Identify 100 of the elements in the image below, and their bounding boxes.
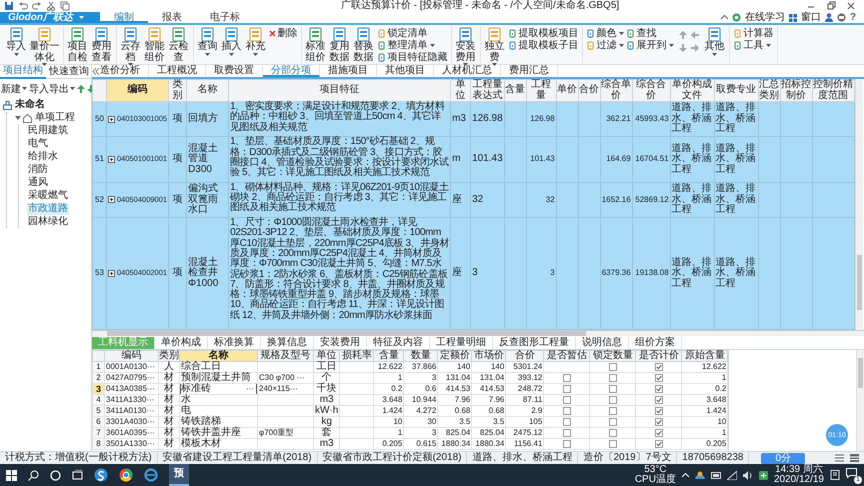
checkbox[interactable]	[562, 440, 571, 448]
collapse-icon[interactable]	[720, 15, 728, 20]
caret-icon[interactable]	[22, 87, 27, 91]
checkbox[interactable]	[562, 429, 571, 437]
column-header[interactable]: 单位	[450, 80, 471, 102]
ribbon-button[interactable]: 补充	[244, 26, 266, 56]
column-header[interactable]: 汇总类别	[758, 80, 780, 102]
ribbon-button[interactable]: 整理清单	[376, 40, 448, 51]
caret-icon[interactable]	[618, 44, 624, 48]
column-header[interactable]: 定额价	[438, 350, 472, 362]
ribbon-tab[interactable]: 电子标	[196, 12, 254, 23]
tree-item[interactable]: 单项工程	[34, 112, 76, 124]
ribbon-button[interactable]: 过滤	[586, 40, 624, 51]
undo-icon[interactable]	[18, 1, 28, 11]
row-number[interactable]: 1	[92, 362, 104, 372]
panel-tab[interactable]: 快速查询	[46, 65, 92, 78]
detail-tab[interactable]: 换算信息	[261, 337, 314, 349]
checkbox[interactable]	[654, 363, 663, 371]
row-number[interactable]: 2	[92, 372, 104, 384]
tree-item[interactable]: 未命名	[14, 99, 46, 111]
learning-link[interactable]: 在线学习	[744, 12, 785, 24]
tree-item[interactable]: 给排水	[27, 151, 59, 163]
caret-icon[interactable]	[668, 44, 674, 48]
column-header[interactable]: 工程量表达式	[470, 80, 504, 102]
restore-icon[interactable]	[826, 1, 836, 11]
skin-icon[interactable]	[836, 13, 846, 22]
collapse-icon[interactable]	[92, 68, 99, 75]
ribbon-button[interactable]: 删除	[268, 28, 298, 39]
ribbon-button[interactable]: 查找	[626, 28, 674, 39]
app-icon[interactable]	[94, 468, 108, 482]
row-number[interactable]: 6	[92, 416, 104, 428]
column-header[interactable]: 综合合价	[632, 80, 670, 102]
window-menu[interactable]: 窗口	[800, 12, 821, 24]
checkbox[interactable]	[654, 418, 663, 426]
toolbar-button[interactable]: 导入导出	[29, 82, 75, 96]
arrow-up-icon[interactable]	[77, 85, 85, 93]
app-icon[interactable]	[758, 470, 768, 480]
ribbon-button[interactable]: 项目特征隐藏	[376, 52, 448, 63]
ribbon-button[interactable]: 锁定清单	[376, 28, 448, 39]
ribbon-button[interactable]: 查询	[196, 26, 218, 56]
tree-item[interactable]: 电气	[27, 138, 49, 150]
browser-icon[interactable]	[119, 468, 133, 482]
column-header[interactable]: 合价	[578, 80, 600, 102]
caret-icon[interactable]	[463, 63, 468, 67]
column-header[interactable]: 规格及型号	[258, 350, 314, 362]
page-tab[interactable]: 费用汇总	[501, 65, 558, 77]
column-header[interactable]: 单位	[314, 350, 340, 362]
column-header[interactable]: 损耗率	[340, 350, 374, 362]
row-number[interactable]: 50	[92, 102, 106, 137]
checkbox[interactable]	[654, 396, 663, 404]
column-header[interactable]: 是否计价	[636, 350, 682, 362]
ribbon-button[interactable]: 云检查	[168, 26, 190, 63]
checkbox[interactable]	[562, 385, 571, 393]
ribbon-button[interactable]: 智能组价	[144, 26, 166, 63]
row-number[interactable]: 3	[92, 384, 104, 394]
toolbar-button[interactable]: 新建	[1, 82, 27, 96]
ribbon-button[interactable]: 导入	[5, 26, 27, 56]
ribbon-button[interactable]: 颜色	[586, 28, 624, 39]
ribbon-button[interactable]: 标准组价	[304, 26, 326, 63]
caret-icon[interactable]	[128, 63, 133, 67]
circle-icon[interactable]	[50, 470, 61, 480]
battery-icon[interactable]	[710, 471, 721, 479]
search-icon[interactable]	[28, 470, 39, 480]
ribbon-button[interactable]: 提取模板项目	[508, 28, 578, 39]
checkbox[interactable]	[654, 385, 663, 393]
checkbox[interactable]	[608, 374, 617, 382]
detail-tab[interactable]: 单价构成	[155, 337, 208, 349]
checkbox[interactable]	[608, 429, 617, 437]
column-header[interactable]: 数量	[404, 350, 438, 362]
expand-icon[interactable]	[108, 196, 115, 204]
column-header[interactable]: 工程量	[526, 80, 556, 102]
row-number[interactable]: 51	[92, 136, 106, 182]
list-icon[interactable]	[835, 454, 844, 462]
expand-icon[interactable]	[108, 270, 115, 277]
ribbon-button[interactable]: 替换数据	[352, 26, 374, 63]
page-tab[interactable]: 取费设置	[206, 65, 263, 77]
checkbox[interactable]	[654, 440, 663, 448]
column-header[interactable]: 市场价	[472, 350, 506, 362]
ribbon-button[interactable]: 项目自检	[66, 26, 88, 63]
column-header[interactable]: 锁定数量	[590, 350, 636, 362]
save-icon[interactable]	[4, 1, 14, 11]
tree-item[interactable]: 采暖燃气	[27, 190, 69, 202]
taskbar-app[interactable]: 预	[169, 464, 189, 486]
ribbon-button[interactable]: 展开到	[626, 40, 674, 51]
column-header[interactable]: 项目特征	[228, 80, 451, 102]
clock[interactable]: 14:39 周六 2020/12/19	[774, 465, 824, 485]
column-header[interactable]: 取费专业	[714, 80, 758, 102]
column-header[interactable]: 名称	[180, 350, 258, 362]
checkbox[interactable]	[562, 418, 571, 426]
detail-tab[interactable]: 反查图形工程量	[493, 337, 576, 349]
page-tab[interactable]: 工程概况	[149, 65, 206, 77]
column-header[interactable]: 类别	[158, 350, 180, 362]
row-number[interactable]: 7	[92, 428, 104, 438]
page-tab[interactable]: 其他项目	[377, 65, 434, 77]
column-header[interactable]: 单价	[556, 80, 578, 102]
tree-item[interactable]: 园林绿化	[27, 216, 69, 228]
caret-icon[interactable]	[42, 63, 47, 67]
checkbox[interactable]	[608, 363, 617, 371]
caret-icon[interactable]	[618, 32, 624, 36]
ribbon-button[interactable]: 工具	[732, 40, 774, 51]
